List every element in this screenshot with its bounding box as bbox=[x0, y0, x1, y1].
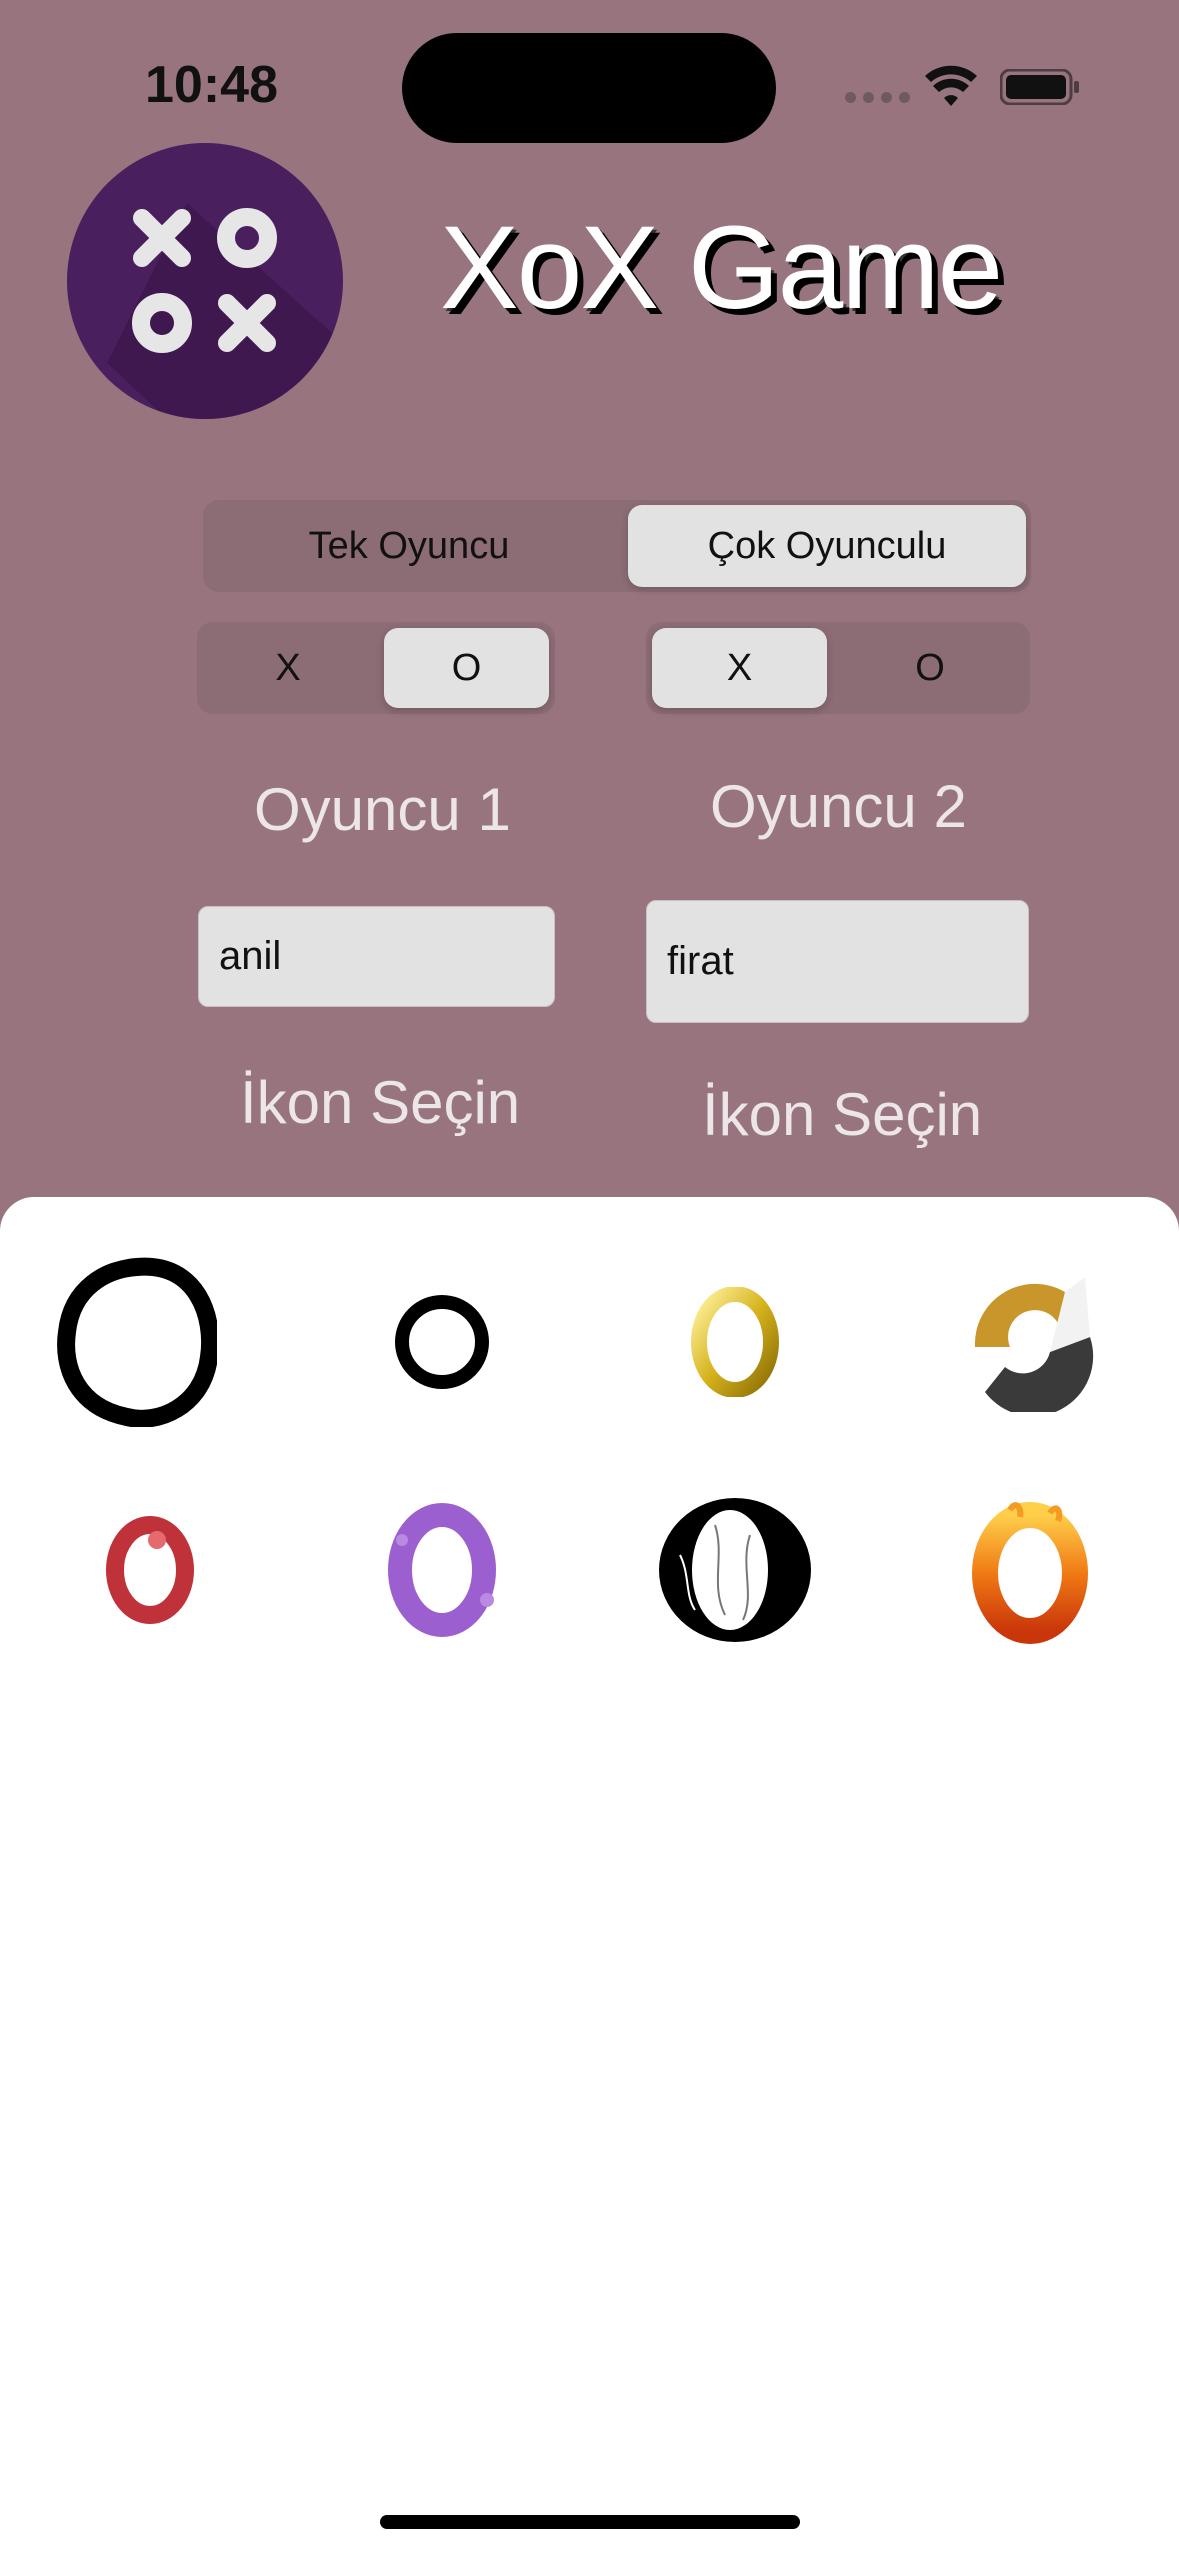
hand-drawn-o-icon[interactable] bbox=[47, 1252, 227, 1432]
wifi-icon bbox=[925, 65, 977, 106]
gold-o-icon[interactable] bbox=[645, 1252, 825, 1432]
player2-symbol-segment: X O bbox=[646, 622, 1030, 714]
player1-symbol-segment: X O bbox=[197, 622, 555, 714]
dynamic-island bbox=[402, 33, 776, 143]
gold-gray-c-icon[interactable] bbox=[940, 1252, 1120, 1432]
player2-icon-select-label[interactable]: İkon Seçin bbox=[702, 1080, 982, 1149]
player2-symbol-x[interactable]: X bbox=[652, 628, 827, 708]
mode-single-player[interactable]: Tek Oyuncu bbox=[209, 505, 609, 587]
icon-picker-sheet bbox=[0, 1197, 1179, 2556]
player1-symbol-x[interactable]: X bbox=[203, 628, 373, 708]
purple-splash-o-icon[interactable] bbox=[352, 1480, 532, 1660]
player1-icon-select-label[interactable]: İkon Seçin bbox=[240, 1068, 520, 1137]
player2-name-input[interactable]: firat bbox=[646, 900, 1029, 1023]
home-indicator[interactable] bbox=[380, 2515, 800, 2529]
mode-multiplayer[interactable]: Çok Oyunculu bbox=[628, 505, 1026, 587]
fire-o-icon[interactable] bbox=[940, 1480, 1120, 1660]
mode-segmented-control: Tek Oyuncu Çok Oyunculu bbox=[203, 500, 1031, 592]
status-time: 10:48 bbox=[145, 56, 278, 114]
floral-o-icon[interactable] bbox=[645, 1480, 825, 1660]
player1-label: Oyuncu 1 bbox=[254, 776, 511, 843]
red-o-icon[interactable] bbox=[60, 1480, 240, 1660]
player1-symbol-o[interactable]: O bbox=[384, 628, 549, 708]
plain-o-icon[interactable] bbox=[352, 1252, 532, 1432]
signal-icon bbox=[845, 92, 910, 103]
xox-logo bbox=[67, 143, 343, 419]
battery-icon bbox=[1000, 69, 1079, 105]
player2-symbol-o[interactable]: O bbox=[836, 628, 1024, 708]
app-title: XoX Game bbox=[440, 202, 1003, 334]
player2-label: Oyuncu 2 bbox=[710, 773, 967, 840]
player1-name-input[interactable]: anil bbox=[198, 906, 555, 1007]
